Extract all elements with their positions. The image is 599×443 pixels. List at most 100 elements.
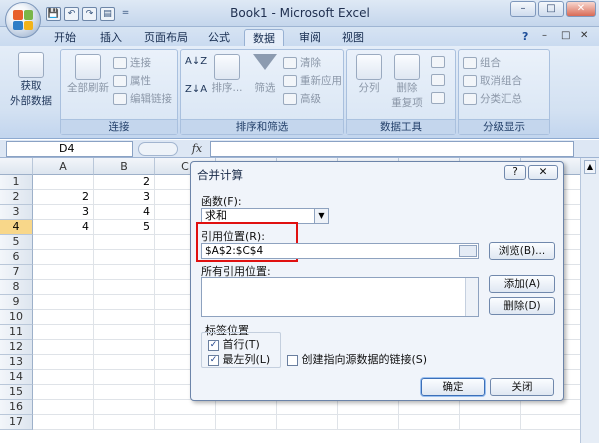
cell-a8[interactable] bbox=[33, 280, 94, 295]
cell-a7[interactable] bbox=[33, 265, 94, 280]
cell-a14[interactable] bbox=[33, 370, 94, 385]
remove-duplicates-button[interactable]: 删除 重复项 bbox=[387, 54, 427, 110]
cell-a1[interactable] bbox=[33, 175, 94, 190]
row-header-9[interactable]: 9 bbox=[0, 295, 33, 310]
cell-f16[interactable] bbox=[338, 400, 399, 415]
cell-a2[interactable]: 2 bbox=[33, 190, 94, 205]
tab-page-layout[interactable]: 页面布局 bbox=[136, 29, 196, 47]
consolidate-icon[interactable] bbox=[431, 74, 445, 86]
tab-insert[interactable]: 插入 bbox=[92, 29, 130, 47]
subtotal-button[interactable]: 分类汇总 bbox=[463, 91, 522, 106]
row-header-2[interactable]: 2 bbox=[0, 190, 33, 205]
filter-button[interactable]: 筛选 bbox=[249, 54, 281, 95]
cell-h17[interactable] bbox=[460, 415, 521, 430]
ok-button[interactable]: 确定 bbox=[421, 378, 485, 396]
cell-b4[interactable]: 5 bbox=[94, 220, 155, 235]
save-icon[interactable]: 💾 bbox=[46, 6, 61, 21]
chevron-down-icon[interactable]: ▼ bbox=[314, 209, 328, 223]
select-all-corner[interactable] bbox=[0, 158, 33, 175]
tab-home[interactable]: 开始 bbox=[46, 29, 84, 47]
cell-i16[interactable] bbox=[521, 400, 582, 415]
cell-a10[interactable] bbox=[33, 310, 94, 325]
tab-formulas[interactable]: 公式 bbox=[200, 29, 238, 47]
refresh-all-button[interactable]: 全部刷新 bbox=[65, 54, 111, 95]
connections-button[interactable]: 连接 bbox=[113, 55, 151, 70]
cell-a5[interactable] bbox=[33, 235, 94, 250]
top-row-check-icon[interactable]: ✓ bbox=[208, 339, 219, 351]
row-header-8[interactable]: 8 bbox=[0, 280, 33, 295]
data-validation-icon[interactable] bbox=[431, 56, 445, 68]
help-icon[interactable]: ? bbox=[522, 30, 528, 43]
cell-e17[interactable] bbox=[277, 415, 338, 430]
minimize-button[interactable]: – bbox=[510, 1, 536, 17]
left-column-check-icon[interactable]: ✓ bbox=[208, 354, 219, 366]
cell-a4[interactable]: 4 bbox=[33, 220, 94, 235]
top-row-checkbox[interactable]: ✓ 首行(T) bbox=[208, 336, 260, 352]
cell-g16[interactable] bbox=[399, 400, 460, 415]
row-header-15[interactable]: 15 bbox=[0, 385, 33, 400]
reapply-button[interactable]: 重新应用 bbox=[283, 73, 342, 88]
sort-za-icon[interactable]: Z↓A bbox=[185, 84, 207, 95]
row-header-12[interactable]: 12 bbox=[0, 340, 33, 355]
row-header-1[interactable]: 1 bbox=[0, 175, 33, 190]
cell-h16[interactable] bbox=[460, 400, 521, 415]
cell-a3[interactable]: 3 bbox=[33, 205, 94, 220]
row-header-4[interactable]: 4 bbox=[0, 220, 33, 235]
cell-b10[interactable] bbox=[94, 310, 155, 325]
browse-button[interactable]: 浏览(B)... bbox=[489, 242, 555, 260]
cell-b12[interactable] bbox=[94, 340, 155, 355]
cell-a13[interactable] bbox=[33, 355, 94, 370]
cell-a17[interactable] bbox=[33, 415, 94, 430]
tab-view[interactable]: 视图 bbox=[334, 29, 372, 47]
cell-f17[interactable] bbox=[338, 415, 399, 430]
row-header-3[interactable]: 3 bbox=[0, 205, 33, 220]
cell-a11[interactable] bbox=[33, 325, 94, 340]
cell-a9[interactable] bbox=[33, 295, 94, 310]
cell-b14[interactable] bbox=[94, 370, 155, 385]
cell-c17[interactable] bbox=[155, 415, 216, 430]
get-external-data-button[interactable]: 获取 外部数据 bbox=[6, 52, 56, 112]
undo-icon[interactable]: ↶ bbox=[64, 6, 79, 21]
ribbon-restore-icon[interactable]: □ bbox=[561, 30, 570, 41]
column-header-b[interactable]: B bbox=[94, 158, 155, 175]
formula-input[interactable] bbox=[210, 141, 574, 157]
cell-b6[interactable] bbox=[94, 250, 155, 265]
dialog-close-button[interactable]: ✕ bbox=[528, 165, 558, 180]
scroll-up-icon[interactable]: ▲ bbox=[584, 160, 596, 174]
list-scrollbar[interactable] bbox=[465, 278, 478, 316]
add-button[interactable]: 添加(A) bbox=[489, 275, 555, 293]
cell-a16[interactable] bbox=[33, 400, 94, 415]
text-to-columns-button[interactable]: 分列 bbox=[351, 54, 387, 95]
cell-b2[interactable]: 3 bbox=[94, 190, 155, 205]
tab-review[interactable]: 审阅 bbox=[291, 29, 329, 47]
reference-input[interactable]: $A$2:$C$4 bbox=[201, 243, 479, 259]
clear-button[interactable]: 清除 bbox=[283, 55, 321, 70]
collapse-dialog-icon[interactable] bbox=[459, 245, 477, 257]
cell-b13[interactable] bbox=[94, 355, 155, 370]
cell-a12[interactable] bbox=[33, 340, 94, 355]
all-references-list[interactable] bbox=[201, 277, 479, 317]
create-links-check-icon[interactable] bbox=[287, 354, 298, 366]
create-links-checkbox[interactable]: 创建指向源数据的链接(S) bbox=[287, 351, 427, 367]
cell-b16[interactable] bbox=[94, 400, 155, 415]
cell-b15[interactable] bbox=[94, 385, 155, 400]
what-if-icon[interactable] bbox=[431, 92, 445, 104]
edit-links-button[interactable]: 编辑链接 bbox=[113, 91, 172, 106]
cell-b7[interactable] bbox=[94, 265, 155, 280]
redo-icon[interactable]: ↷ bbox=[82, 6, 97, 21]
row-header-13[interactable]: 13 bbox=[0, 355, 33, 370]
delete-button[interactable]: 删除(D) bbox=[489, 297, 555, 315]
cell-b1[interactable]: 2 bbox=[94, 175, 155, 190]
ribbon-minimize-icon[interactable]: – bbox=[542, 30, 547, 41]
dialog-help-button[interactable]: ? bbox=[504, 165, 526, 180]
office-button[interactable] bbox=[5, 2, 41, 38]
customize-icon[interactable]: = bbox=[118, 7, 133, 21]
group-button[interactable]: 组合 bbox=[463, 55, 501, 70]
cell-g17[interactable] bbox=[399, 415, 460, 430]
ribbon-close-icon[interactable]: ✕ bbox=[580, 30, 588, 41]
print-preview-icon[interactable]: ▤ bbox=[100, 6, 115, 21]
row-header-14[interactable]: 14 bbox=[0, 370, 33, 385]
insert-function-icon[interactable]: fx bbox=[185, 141, 209, 157]
row-header-10[interactable]: 10 bbox=[0, 310, 33, 325]
left-column-checkbox[interactable]: ✓ 最左列(L) bbox=[208, 351, 270, 367]
